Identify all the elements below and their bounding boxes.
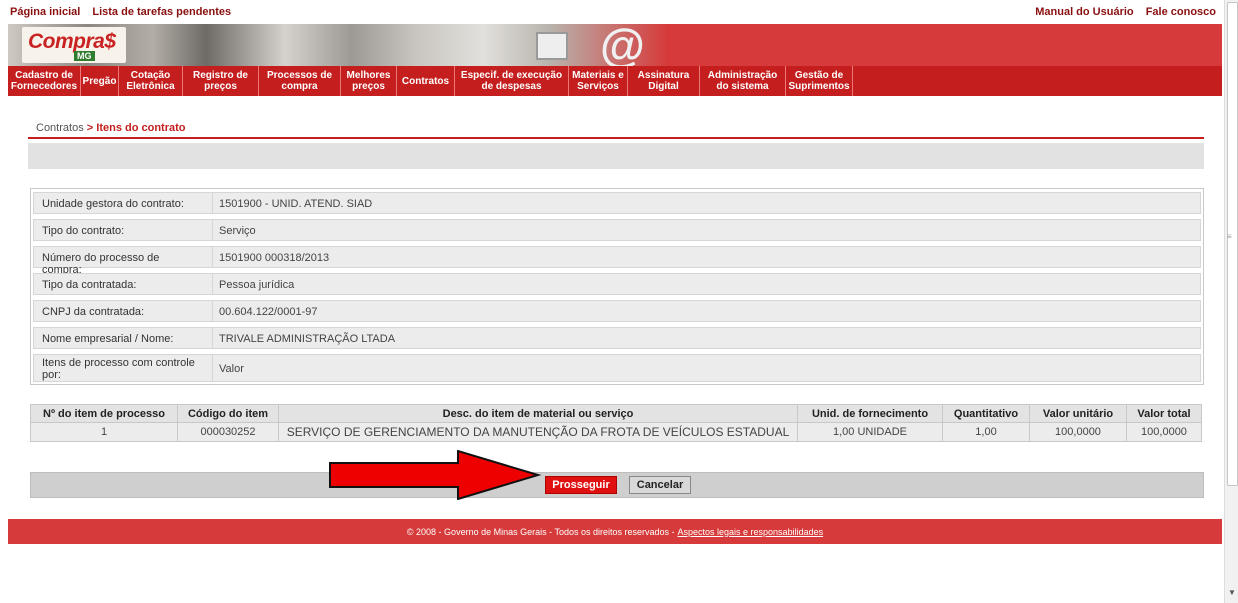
breadcrumb-separator: >	[86, 122, 94, 134]
breadcrumb: Contratos > Itens do contrato	[36, 122, 186, 134]
monitor-icon	[536, 32, 568, 60]
contract-details-panel: Unidade gestora do contrato: 1501900 - U…	[30, 188, 1204, 385]
cell-item-code: 000030252	[177, 422, 279, 442]
cell-supply-unit: 1,00 UNIDADE	[797, 422, 943, 442]
detail-row: CNPJ da contratada: 00.604.122/0001-97	[33, 300, 1201, 322]
top-links-right: Manual do Usuário Fale conosco	[1035, 6, 1216, 18]
nav-gestao-suprimentos[interactable]: Gestão de Suprimentos	[786, 66, 853, 96]
cancelar-button[interactable]: Cancelar	[629, 476, 691, 494]
footer-copyright: © 2008 - Governo de Minas Gerais - Todos…	[406, 526, 675, 537]
col-header: Valor total	[1126, 404, 1202, 423]
contract-items-table: Nº do item de processo Código do item De…	[30, 404, 1202, 442]
cell-unit-value: 100,0000	[1029, 422, 1127, 442]
col-header: Valor unitário	[1029, 404, 1127, 423]
nav-cadastro-fornecedores[interactable]: Cadastro de Fornecedores	[8, 66, 81, 96]
nav-processos-compra[interactable]: Processos de compra	[259, 66, 341, 96]
legal-aspects-link[interactable]: Aspectos legais e responsabilidades	[678, 527, 824, 537]
nav-pregao[interactable]: Pregão	[81, 66, 119, 96]
toolbar-strip	[28, 143, 1204, 169]
nav-melhores-precos[interactable]: Melhores preços	[341, 66, 397, 96]
action-bar: Prosseguir Cancelar	[30, 472, 1204, 498]
nav-contratos[interactable]: Contratos	[397, 66, 455, 96]
detail-value: 00.604.122/0001-97	[219, 306, 318, 318]
vertical-scrollbar[interactable]: ≡ ▼	[1224, 0, 1238, 603]
pointer-arrow-icon	[329, 450, 542, 500]
header-banner: Compra$ MG @	[8, 24, 1222, 66]
nav-materiais-servicos[interactable]: Materiais e Serviços	[569, 66, 628, 96]
at-sign-icon: @	[600, 24, 645, 66]
col-header: Desc. do item de material ou serviço	[278, 404, 798, 423]
col-header: Quantitativo	[942, 404, 1030, 423]
detail-label: Itens de processo com controle por:	[42, 357, 195, 381]
detail-row: Unidade gestora do contrato: 1501900 - U…	[33, 192, 1201, 214]
nav-assinatura-digital[interactable]: Assinatura Digital	[628, 66, 700, 96]
cell-quantity: 1,00	[942, 422, 1030, 442]
detail-label: CNPJ da contratada:	[42, 306, 145, 318]
logo-text: Compra$	[28, 30, 116, 53]
detail-row: Tipo da contratada: Pessoa jurídica	[33, 273, 1201, 295]
detail-label: Tipo da contratada:	[42, 279, 137, 291]
scroll-down-icon[interactable]: ▼	[1228, 588, 1236, 597]
detail-row: Tipo do contrato: Serviço	[33, 219, 1201, 241]
top-links-left: Página inicial Lista de tarefas pendente…	[10, 6, 240, 18]
cell-total-value: 100,0000	[1126, 422, 1202, 442]
nav-registro-precos[interactable]: Registro de preços	[183, 66, 259, 96]
nav-especif-execucao-despesas[interactable]: Especif. de execução de despesas	[455, 66, 569, 96]
detail-row: Nome empresarial / Nome: TRIVALE ADMINIS…	[33, 327, 1201, 349]
detail-value: 1501900 - UNID. ATEND. SIAD	[219, 198, 373, 210]
pending-tasks-link[interactable]: Lista de tarefas pendentes	[92, 6, 231, 18]
detail-row: Itens de processo com controle por: Valo…	[33, 354, 1201, 382]
portal-logo[interactable]: Compra$ MG	[22, 27, 126, 63]
table-row: 1 000030252 SERVIÇO DE GERENCIAMENTO DA …	[30, 422, 1202, 442]
scroll-grip-icon: ≡	[1227, 232, 1232, 241]
prosseguir-button[interactable]: Prosseguir	[545, 476, 617, 494]
home-link[interactable]: Página inicial	[10, 6, 80, 18]
cell-item-number: 1	[30, 422, 178, 442]
scrollbar-thumb[interactable]	[1227, 2, 1238, 486]
col-header: Nº do item de processo	[30, 404, 178, 423]
detail-value: Valor	[219, 363, 244, 375]
logo-mg-badge: MG	[74, 51, 95, 61]
detail-value: TRIVALE ADMINISTRAÇÃO LTADA	[219, 333, 396, 345]
contact-link[interactable]: Fale conosco	[1146, 6, 1216, 18]
detail-row: Número do processo de compra: 1501900 00…	[33, 246, 1201, 276]
breadcrumb-divider	[28, 137, 1204, 139]
detail-label: Nome empresarial / Nome:	[42, 333, 174, 345]
col-header: Código do item	[177, 404, 279, 423]
cell-item-description: SERVIÇO DE GERENCIAMENTO DA MANUTENÇÃO D…	[278, 422, 798, 442]
breadcrumb-contratos-link[interactable]: Contratos	[36, 122, 84, 134]
col-header: Unid. de fornecimento	[797, 404, 943, 423]
footer: © 2008 - Governo de Minas Gerais - Todos…	[8, 519, 1222, 544]
user-manual-link[interactable]: Manual do Usuário	[1035, 6, 1133, 18]
main-nav: Cadastro de Fornecedores Pregão Cotação …	[8, 66, 1222, 96]
detail-value: 1501900 000318/2013	[219, 252, 330, 264]
detail-value: Serviço	[219, 225, 256, 237]
table-header-row: Nº do item de processo Código do item De…	[30, 404, 1202, 423]
detail-label: Tipo do contrato:	[42, 225, 125, 237]
nav-cotacao-eletronica[interactable]: Cotação Eletrônica	[119, 66, 183, 96]
breadcrumb-current: Itens do contrato	[96, 122, 186, 134]
detail-value: Pessoa jurídica	[219, 279, 295, 291]
nav-administracao-sistema[interactable]: Administração do sistema	[700, 66, 786, 96]
detail-label: Unidade gestora do contrato:	[42, 198, 184, 210]
